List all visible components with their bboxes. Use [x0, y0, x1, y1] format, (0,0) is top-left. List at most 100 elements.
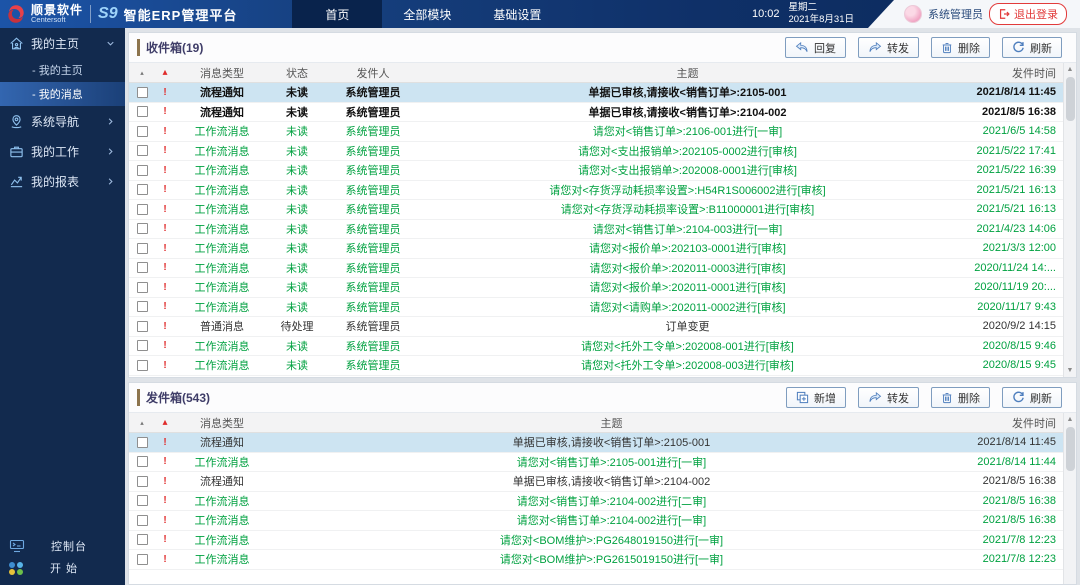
- row-checkbox[interactable]: [137, 321, 148, 332]
- nav-tab-basic-settings[interactable]: 基础设置: [472, 0, 562, 28]
- column-header-subject[interactable]: 主题: [421, 65, 954, 81]
- sidebar-item-system-nav[interactable]: 系统导航: [0, 106, 125, 136]
- sidebar-subitem-my-messages[interactable]: - 我的消息: [0, 82, 125, 106]
- cell-message-type: 工作流消息: [175, 221, 269, 237]
- message-row[interactable]: !流程通知未读系统管理员单据已审核,请接收<销售订单>:2104-0022021…: [129, 103, 1076, 123]
- delete-button[interactable]: 删除: [931, 387, 990, 408]
- message-row[interactable]: !工作流消息未读系统管理员请您对<销售订单>:2104-003进行[一审]202…: [129, 220, 1076, 240]
- message-row[interactable]: !工作流消息请您对<销售订单>:2104-002进行[一审]2021/8/5 1…: [129, 511, 1076, 531]
- row-checkbox[interactable]: [137, 184, 148, 195]
- cell-send-time: 2020/11/19 20:...: [954, 281, 1076, 293]
- cell-send-time: 2021/6/5 14:58: [954, 125, 1076, 137]
- message-row[interactable]: !工作流消息未读系统管理员请您对<支出报销单>:202105-0002进行[审核…: [129, 142, 1076, 162]
- refresh-button[interactable]: 刷新: [1002, 37, 1062, 58]
- console-button[interactable]: 控制台: [0, 535, 125, 557]
- message-row[interactable]: !流程通知单据已审核,请接收<销售订单>:2105-0012021/8/14 1…: [129, 433, 1076, 453]
- logout-button[interactable]: 退出登录: [989, 3, 1067, 25]
- forward-label: 转发: [887, 390, 909, 406]
- column-header-subject[interactable]: 主题: [269, 415, 954, 431]
- chevron-right-icon: [105, 146, 116, 157]
- row-checkbox[interactable]: [137, 106, 148, 117]
- message-row[interactable]: !工作流消息请您对<销售订单>:2104-002进行[二审]2021/8/5 1…: [129, 492, 1076, 512]
- message-row[interactable]: !工作流消息请您对<销售订单>:2105-001进行[一审]2021/8/14 …: [129, 453, 1076, 473]
- new-button[interactable]: 新增: [786, 387, 846, 408]
- nav-tab-home[interactable]: 首页: [292, 0, 382, 28]
- message-row[interactable]: !工作流消息未读系统管理员请您对<托外工令单>:202008-003进行[审核]…: [129, 356, 1076, 376]
- column-header-time[interactable]: 发件时间: [954, 65, 1076, 81]
- forward-icon: [868, 392, 882, 403]
- row-checkbox[interactable]: [137, 340, 148, 351]
- sidebar-item-my-work[interactable]: 我的工作: [0, 136, 125, 166]
- cell-message-type: 工作流消息: [175, 532, 269, 548]
- scrollbar-thumb[interactable]: [1066, 427, 1075, 471]
- home-icon: [9, 36, 24, 51]
- priority-flag-icon: !: [155, 515, 175, 526]
- forward-button[interactable]: 转发: [858, 387, 919, 408]
- column-header-status[interactable]: 状态: [269, 65, 325, 81]
- row-checkbox[interactable]: [137, 554, 148, 565]
- user-avatar[interactable]: [904, 5, 922, 23]
- row-checkbox[interactable]: [137, 87, 148, 98]
- column-header-type[interactable]: 消息类型: [175, 65, 269, 81]
- message-row[interactable]: !工作流消息请您对<BOM维护>:PG2648019150进行[一审]2021/…: [129, 531, 1076, 551]
- message-row[interactable]: !工作流消息未读系统管理员请您对<存货浮动耗损率设置>:H54R1S006002…: [129, 181, 1076, 201]
- message-row[interactable]: !工作流消息未读系统管理员请您对<存货浮动耗损率设置>:B11000001进行[…: [129, 200, 1076, 220]
- message-row[interactable]: !工作流消息未读系统管理员请您对<托外工令单>:202008-001进行[审核]…: [129, 337, 1076, 357]
- sidebar-item-my-reports[interactable]: 我的报表: [0, 166, 125, 196]
- chevron-right-icon: [105, 116, 116, 127]
- scroll-up-icon[interactable]: ▲: [1067, 63, 1074, 76]
- cell-message-type: 工作流消息: [175, 299, 269, 315]
- column-header-time[interactable]: 发件时间: [954, 415, 1076, 431]
- sort-icon[interactable]: ▴: [129, 419, 155, 427]
- inbox-scrollbar[interactable]: ▲ ▼: [1063, 63, 1076, 377]
- row-checkbox[interactable]: [137, 456, 148, 467]
- sidebar-item-my-home[interactable]: 我的主页: [0, 28, 125, 58]
- message-row[interactable]: !工作流消息未读系统管理员请您对<报价单>:202011-0001进行[审核]2…: [129, 278, 1076, 298]
- row-checkbox[interactable]: [137, 360, 148, 371]
- row-checkbox[interactable]: [137, 495, 148, 506]
- header-divider: [90, 5, 91, 23]
- row-checkbox[interactable]: [137, 262, 148, 273]
- scrollbar-thumb[interactable]: [1066, 77, 1075, 121]
- outbox-scrollbar[interactable]: ▲: [1063, 413, 1076, 584]
- row-checkbox[interactable]: [137, 282, 148, 293]
- row-checkbox[interactable]: [137, 243, 148, 254]
- message-row[interactable]: !工作流消息未读系统管理员请您对<报价单>:202103-0001进行[审核]2…: [129, 239, 1076, 259]
- start-button[interactable]: 开 始: [0, 557, 125, 579]
- sidebar-subitem-my-home[interactable]: - 我的主页: [0, 58, 125, 82]
- row-checkbox[interactable]: [137, 145, 148, 156]
- message-row[interactable]: !工作流消息未读系统管理员请您对<销售订单>:2106-001进行[一审]202…: [129, 122, 1076, 142]
- row-checkbox[interactable]: [137, 301, 148, 312]
- priority-flag-icon: !: [155, 437, 175, 448]
- column-header-type[interactable]: 消息类型: [175, 415, 269, 431]
- message-row[interactable]: !普通消息待处理系统管理员订单变更2020/9/2 14:15: [129, 317, 1076, 337]
- sort-icon[interactable]: ▴: [155, 67, 175, 78]
- message-row[interactable]: !工作流消息请您对<BOM维护>:PG2615019150进行[一审]2021/…: [129, 550, 1076, 570]
- scroll-up-icon[interactable]: ▲: [1067, 413, 1074, 426]
- scroll-down-icon[interactable]: ▼: [1067, 364, 1074, 377]
- row-checkbox[interactable]: [137, 126, 148, 137]
- message-row[interactable]: !工作流消息未读系统管理员请您对<支出报销单>:202008-0001进行[审核…: [129, 161, 1076, 181]
- row-checkbox[interactable]: [137, 204, 148, 215]
- forward-button[interactable]: 转发: [858, 37, 919, 58]
- row-checkbox[interactable]: [137, 223, 148, 234]
- message-row[interactable]: !流程通知单据已审核,请接收<销售订单>:2104-0022021/8/5 16…: [129, 472, 1076, 492]
- row-checkbox[interactable]: [137, 515, 148, 526]
- reply-button[interactable]: 回复: [785, 37, 846, 58]
- message-row[interactable]: !工作流消息未读系统管理员请您对<请购单>:202011-0002进行[审核]2…: [129, 298, 1076, 318]
- s9-logo: S9: [98, 5, 118, 23]
- column-header-sender[interactable]: 发件人: [325, 65, 421, 81]
- sort-icon[interactable]: ▴: [155, 417, 175, 428]
- delete-button[interactable]: 删除: [931, 37, 990, 58]
- message-row[interactable]: !工作流消息未读系统管理员请您对<报价单>:202011-0003进行[审核]2…: [129, 259, 1076, 279]
- message-row[interactable]: !流程通知未读系统管理员单据已审核,请接收<销售订单>:2105-0012021…: [129, 83, 1076, 103]
- row-checkbox[interactable]: [137, 165, 148, 176]
- refresh-button[interactable]: 刷新: [1002, 387, 1062, 408]
- row-checkbox[interactable]: [137, 534, 148, 545]
- nav-tab-all-modules[interactable]: 全部模块: [382, 0, 472, 28]
- sort-icon[interactable]: ▴: [129, 69, 155, 77]
- row-checkbox[interactable]: [137, 437, 148, 448]
- priority-flag-icon: !: [155, 243, 175, 254]
- cell-subject: 请您对<报价单>:202103-0001进行[审核]: [421, 240, 954, 256]
- row-checkbox[interactable]: [137, 476, 148, 487]
